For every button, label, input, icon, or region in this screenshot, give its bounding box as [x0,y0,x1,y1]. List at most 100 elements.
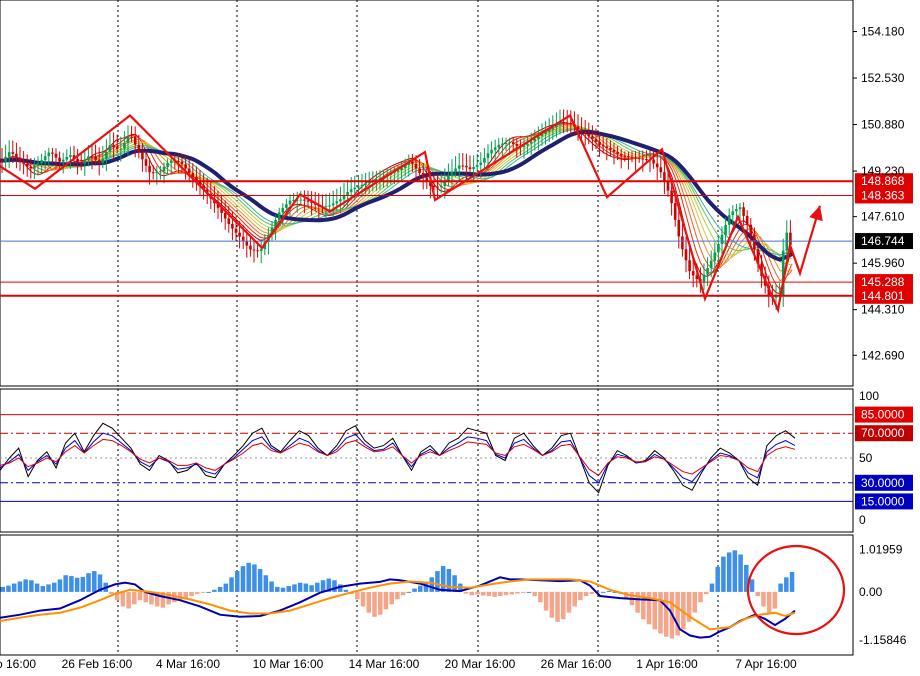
histogram-bar [520,591,526,593]
y-tick-label: 145.960 [861,256,905,270]
candle-body [465,165,468,168]
candle-body [22,161,25,164]
candle-body [706,268,709,275]
x-tick-label: 10 Mar 16:00 [253,657,324,671]
candle-body [565,122,569,124]
x-tick-label: 26 Mar 16:00 [541,657,612,671]
histogram-bar [309,585,314,592]
candle-body [724,224,727,235]
candle-body [634,157,637,159]
histogram-bar [515,591,520,594]
histogram-bar [463,591,469,594]
candle-body [457,165,461,169]
candle-body [454,168,457,172]
histogram-bar [92,571,97,592]
histogram-bar [137,591,143,601]
y-tick-label: 149.230 [861,164,905,178]
y-tick-label: 144.310 [861,303,905,317]
histogram-bar [263,575,269,592]
y-tick-label: 100 [859,389,879,403]
histogram-bar [372,591,377,617]
histogram-bar [480,591,486,596]
histogram-bar [538,591,543,603]
histogram-bar [726,552,732,592]
histogram-bar [377,591,383,615]
histogram-bar [658,591,663,634]
histogram-bar [543,591,549,611]
candle-body [119,148,123,150]
candle-body [475,164,479,167]
candle-body [87,156,90,161]
candle-body [61,159,65,162]
candle-body [418,168,421,173]
histogram-bar [572,591,577,607]
candle-body [51,152,54,154]
histogram-bar [589,591,595,594]
candle-body [673,203,677,220]
candle-body [684,249,688,261]
histogram-bar [343,589,349,592]
candle-body [357,186,360,188]
candle-body [94,156,97,160]
candle-body [90,156,94,158]
y-tick-label: 147.610 [861,210,905,224]
histogram-bar [532,591,537,597]
histogram-bar [635,591,640,613]
histogram-bar [212,589,217,592]
histogram-bar [280,587,286,592]
histogram-bar [360,591,366,607]
candle-body [238,232,241,237]
level-label: 144.801 [861,289,905,303]
histogram-bar [200,591,206,593]
histogram-bar [692,591,698,613]
histogram-bar [778,583,783,592]
level-label: 145.288 [861,275,905,289]
candle-body [353,187,357,190]
candle-body [360,184,364,187]
candle-body [281,207,285,213]
histogram-bar [400,591,406,596]
histogram-bar [412,588,417,592]
histogram-bar [503,591,509,596]
candle-body [76,158,79,163]
histogram-bar [257,569,263,592]
candle-body [162,167,166,172]
candle-body [681,236,684,250]
candle-body [342,195,346,200]
histogram-bar [446,569,452,592]
histogram-bar [566,591,572,613]
y-tick-label: 154.180 [861,25,905,39]
level-label: 30.0000 [861,476,905,490]
chart: 148.868148.363145.288144.801146.744 154.… [0,0,913,671]
candle-body [691,271,695,276]
histogram-bar [275,586,280,592]
histogram-bar [355,591,360,600]
histogram-bar [229,577,234,592]
candle-body [652,159,655,164]
candle-body [501,143,504,145]
candle-body [223,212,227,219]
candle-body [504,143,508,145]
candle-body [151,172,155,174]
candle-body [11,152,15,154]
oscillator-panel: 85.0000 70.0000 30.0000 15.0000 100 50 0 [0,388,913,533]
histogram-bar [395,591,400,600]
candle-body [169,160,173,163]
candle-body [148,165,151,173]
candle-body [526,143,529,146]
histogram-bar [51,582,57,592]
candle-body [252,249,256,251]
candle-body [630,156,634,158]
candle-body [25,163,29,167]
candle-body [594,138,598,142]
histogram-bar [698,591,703,603]
candle-body [659,167,663,173]
histogram-bar [555,591,560,622]
candle-body [785,232,789,251]
histogram-bar [132,591,137,605]
candle-body [609,148,612,150]
candle-body [54,153,58,158]
histogram-bar [63,575,68,592]
histogram-bar [732,550,738,592]
histogram-bar [223,583,229,592]
